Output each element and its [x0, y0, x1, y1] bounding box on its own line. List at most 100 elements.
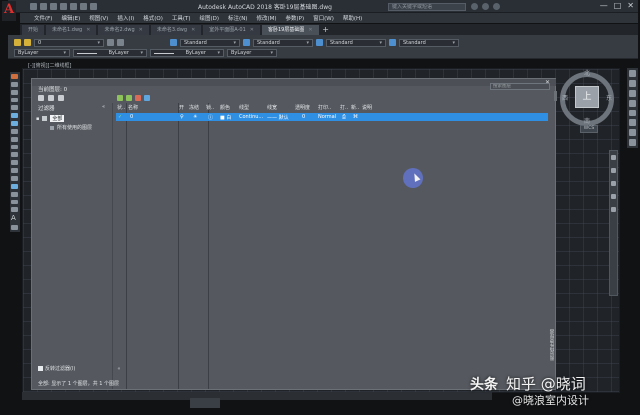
text-style-combo[interactable]: Standard ▾ — [180, 38, 240, 47]
viewport-controls-label[interactable]: [-][俯视][二维线框] — [28, 62, 72, 69]
layer-transparency[interactable]: 0 — [302, 114, 305, 120]
move-icon[interactable] — [629, 119, 636, 127]
text-style-icon[interactable] — [170, 39, 177, 46]
menu-insert[interactable]: 插入(I) — [117, 14, 134, 22]
layer-states-manager-icon[interactable] — [58, 95, 64, 101]
make-block-icon[interactable] — [11, 168, 18, 173]
zoom-icon[interactable] — [611, 181, 616, 186]
lineweight-combo[interactable]: ByLayer ▾ — [150, 48, 224, 57]
rectangle-icon[interactable] — [11, 105, 18, 111]
menu-window[interactable]: 窗口(W) — [313, 14, 334, 22]
scale-icon[interactable] — [629, 139, 636, 146]
spline-icon[interactable] — [11, 136, 18, 142]
steering-wheel-icon[interactable] — [611, 155, 616, 160]
layer-state-icon[interactable] — [24, 39, 31, 46]
help-icon[interactable] — [493, 3, 500, 10]
mirror-icon[interactable] — [629, 89, 636, 97]
menu-edit[interactable]: 编辑(E) — [61, 14, 80, 22]
col-lineweight[interactable]: 线宽 — [267, 104, 277, 111]
col-status[interactable]: 状.. — [117, 104, 125, 111]
color-combo[interactable]: ByLayer ▾ — [14, 48, 70, 57]
new-group-filter-icon[interactable] — [48, 95, 54, 101]
layer-row[interactable]: ✓ 0 ♀ ☀ ⓘ ■ 白 Continu... —— 默认 0 Normal … — [116, 113, 548, 121]
showmotion-icon[interactable] — [611, 207, 616, 212]
redo-icon[interactable] — [90, 3, 97, 10]
maximize-button[interactable]: □ — [614, 1, 622, 10]
ellipse-icon[interactable] — [11, 144, 18, 150]
close-icon[interactable]: ✕ — [191, 25, 195, 35]
gradient-icon[interactable] — [11, 191, 18, 197]
lock-icon[interactable]: ⓘ — [208, 114, 213, 121]
col-name[interactable]: 名称 — [128, 104, 138, 111]
pan-icon[interactable] — [611, 168, 616, 173]
array-icon[interactable] — [629, 109, 636, 117]
multileader-style-combo[interactable]: Standard ▾ — [399, 38, 459, 47]
delete-layer-icon[interactable] — [135, 95, 141, 101]
circle-icon[interactable] — [11, 121, 18, 126]
printer-icon[interactable]: ⎙ — [342, 114, 346, 120]
col-freeze[interactable]: 冻结 — [189, 104, 199, 111]
invert-filter-checkbox[interactable] — [38, 366, 43, 371]
line-tool-icon[interactable] — [11, 74, 18, 79]
col-transparency[interactable]: 透明度 — [295, 104, 310, 111]
sign-in-icon[interactable] — [471, 3, 478, 10]
point-icon[interactable] — [11, 175, 18, 181]
layer-name[interactable]: 0 — [130, 114, 133, 120]
open-file-icon[interactable] — [40, 3, 47, 10]
expand-icon[interactable]: ▪ — [36, 116, 39, 122]
copy-icon[interactable] — [629, 79, 636, 87]
set-current-icon[interactable] — [144, 95, 150, 101]
arc-icon[interactable] — [11, 113, 18, 119]
plotstyle-combo[interactable]: ByLayer ▾ — [227, 48, 277, 57]
undo-icon[interactable] — [80, 3, 87, 10]
plot-icon[interactable] — [70, 3, 77, 10]
menu-file[interactable]: 文件(F) — [34, 14, 52, 22]
make-current-icon[interactable] — [107, 39, 114, 46]
wcs-menu[interactable]: WCS — [580, 125, 598, 133]
menu-help[interactable]: 帮助(H) — [343, 14, 362, 22]
viewcube-west[interactable]: 西 — [562, 93, 568, 102]
close-icon[interactable]: ✕ — [86, 25, 90, 35]
col-color[interactable]: 颜色 — [220, 104, 230, 111]
construction-line-icon[interactable] — [11, 81, 18, 87]
dim-style-combo[interactable]: Standard ▾ — [253, 38, 313, 47]
minimize-button[interactable]: — — [600, 1, 608, 10]
revision-cloud-icon[interactable] — [11, 128, 18, 134]
menu-draw[interactable]: 绘图(D) — [200, 14, 220, 22]
vp-freeze-icon[interactable]: ⌘ — [353, 114, 358, 120]
layer-lineweight[interactable]: —— 默认 — [267, 114, 289, 121]
close-button[interactable]: ✕ — [627, 1, 634, 10]
viewcube-east[interactable]: 东 — [606, 93, 612, 102]
palette-side-title[interactable]: 图层特性管理器 — [550, 329, 556, 361]
save-as-icon[interactable] — [60, 3, 67, 10]
tab-drawing[interactable]: 室外平面图A-01 ✕ — [203, 25, 260, 35]
viewcube-north[interactable]: 北 — [584, 68, 590, 77]
layer-properties-icon[interactable] — [14, 39, 21, 46]
table-style-icon[interactable] — [316, 39, 323, 46]
palette-title-strip[interactable] — [32, 79, 556, 86]
dim-style-icon[interactable] — [243, 39, 250, 46]
menu-format[interactable]: 格式(O) — [143, 14, 163, 22]
pane-splitter[interactable] — [112, 103, 113, 389]
close-icon[interactable]: ✕ — [250, 25, 254, 35]
col-description[interactable]: 说明 — [362, 104, 372, 111]
new-vp-frozen-layer-icon[interactable] — [126, 95, 132, 101]
filter-all[interactable]: ▪ 全部 — [36, 114, 112, 123]
save-icon[interactable] — [50, 3, 57, 10]
new-tab-button[interactable]: + — [321, 25, 331, 35]
new-file-icon[interactable] — [30, 3, 37, 10]
rotate-icon[interactable] — [629, 129, 636, 137]
menu-modify[interactable]: 修改(M) — [256, 14, 276, 22]
hatch-icon[interactable] — [11, 183, 18, 189]
menu-dimension[interactable]: 标注(N) — [228, 14, 247, 22]
invert-filter-option[interactable]: 反转过滤器(I) « — [38, 365, 120, 372]
layer-color[interactable]: ■ 白 — [220, 114, 231, 121]
layer-previous-icon[interactable] — [117, 39, 124, 46]
tab-drawing[interactable]: 未命名3.dwg ✕ — [150, 25, 202, 35]
help-search-input[interactable]: 键入关键字或短语 — [388, 3, 466, 11]
multileader-style-icon[interactable] — [389, 39, 396, 46]
menu-tools[interactable]: 工具(T) — [172, 14, 191, 22]
col-new-vp-freeze[interactable]: 新.. — [351, 104, 359, 111]
polyline-icon[interactable] — [11, 89, 18, 95]
orbit-icon[interactable] — [611, 194, 616, 199]
